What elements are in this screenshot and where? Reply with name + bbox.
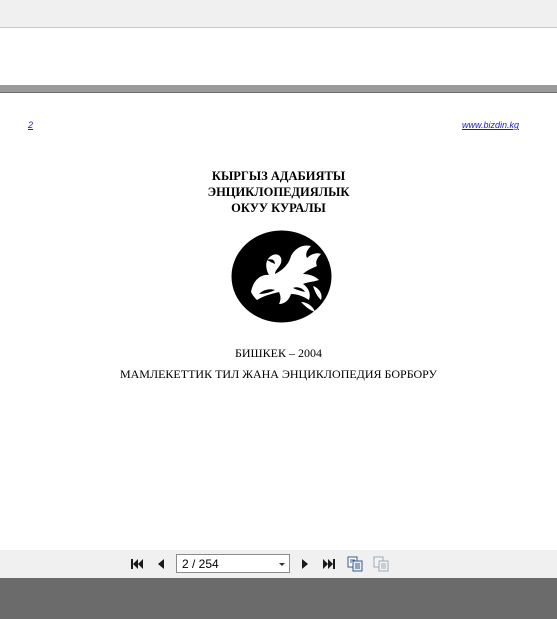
title-line-3: ОКУУ КУРАЛЫ: [231, 201, 326, 215]
chevron-down-icon: [279, 563, 285, 566]
title-line-1: КЫРГЫЗ АДАБИЯТЫ: [211, 169, 346, 183]
next-page-icon[interactable]: [297, 556, 313, 572]
page-number-link[interactable]: 2: [28, 120, 33, 130]
fit-width-icon[interactable]: [373, 556, 389, 572]
first-page-icon[interactable]: [129, 556, 145, 572]
title-line-2: ЭНЦИКЛОПЕДИЯЛЫК: [207, 185, 350, 199]
previous-page-bottom: [0, 28, 557, 85]
viewer-background: [0, 578, 557, 619]
site-link[interactable]: www.bizdin.kg: [462, 120, 519, 130]
document-page: 2 www.bizdin.kg КЫРГЫЗ АДАБИЯТЫ ЭНЦИКЛОП…: [0, 93, 557, 550]
top-toolbar-strip: [0, 0, 557, 28]
fit-page-icon[interactable]: [347, 556, 363, 572]
pdf-navigation-toolbar: 2 / 254: [0, 550, 557, 578]
page-indicator: 2 / 254: [182, 557, 219, 571]
prev-page-icon[interactable]: [153, 556, 169, 572]
emblem-logo: [231, 230, 332, 323]
page-number-select[interactable]: 2 / 254: [176, 554, 290, 573]
city-year: БИШКЕК – 2004: [235, 346, 322, 360]
publisher-name: МАМЛЕКЕТТИК ТИЛ ЖАНА ЭНЦИКЛОПЕДИЯ БОРБОР…: [119, 367, 438, 381]
last-page-icon[interactable]: [321, 556, 337, 572]
page-separator: [0, 85, 557, 93]
